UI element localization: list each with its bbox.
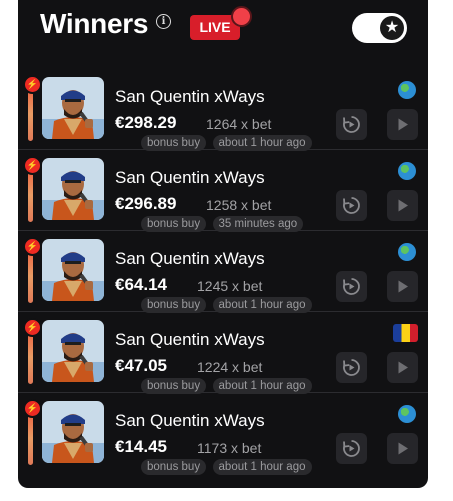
time-tag: 35 minutes ago: [212, 216, 304, 232]
volatility-meter: ⚡: [23, 156, 42, 222]
time-tag: about 1 hour ago: [212, 459, 312, 475]
replay-icon: [343, 197, 360, 214]
time-tag: about 1 hour ago: [212, 378, 312, 394]
win-multiplier: 1224 x bet: [197, 359, 263, 375]
game-name[interactable]: San Quentin xWays: [115, 330, 265, 350]
time-tag: about 1 hour ago: [212, 135, 312, 151]
tags: bonus buy about 1 hour ago: [141, 457, 314, 475]
replay-button[interactable]: [336, 352, 367, 383]
game-thumbnail[interactable]: [42, 158, 104, 220]
winner-row: ⚡ San Quentin xWays €296.89 1258 x bet b…: [18, 150, 428, 232]
game-name[interactable]: San Quentin xWays: [115, 249, 265, 269]
play-icon: [398, 442, 408, 455]
bonus-buy-tag: bonus buy: [141, 378, 207, 394]
bonus-buy-tag: bonus buy: [141, 459, 207, 475]
time-tag: about 1 hour ago: [212, 297, 312, 313]
winner-row: ⚡ San Quentin xWays €64.14 1245 x bet bo…: [18, 231, 428, 313]
tags: bonus buy about 1 hour ago: [141, 295, 314, 313]
play-button[interactable]: [387, 190, 418, 221]
winners-list: ⚡ San Quentin xWays €298.29 1264 x bet b…: [18, 69, 428, 475]
replay-button[interactable]: [336, 190, 367, 221]
favorites-toggle[interactable]: ★: [352, 13, 407, 43]
globe-icon: [398, 405, 416, 423]
win-multiplier: 1245 x bet: [197, 278, 263, 294]
replay-button[interactable]: [336, 109, 367, 140]
replay-icon: [343, 359, 360, 376]
lightning-icon: ⚡: [23, 75, 42, 94]
globe-icon: [398, 243, 416, 261]
replay-button[interactable]: [336, 433, 367, 464]
globe-icon: [398, 162, 416, 180]
win-amount: €14.45: [115, 437, 167, 456]
win-multiplier: 1173 x bet: [197, 440, 262, 456]
win-multiplier: 1258 x bet: [206, 197, 272, 213]
win-amount: €47.05: [115, 356, 167, 375]
game-thumbnail[interactable]: [42, 239, 104, 301]
volatility-meter: ⚡: [23, 399, 42, 465]
live-indicator-dot: [231, 6, 252, 27]
play-button[interactable]: [387, 109, 418, 140]
play-icon: [398, 199, 408, 212]
game-name[interactable]: San Quentin xWays: [115, 168, 265, 188]
tags: bonus buy about 1 hour ago: [141, 376, 314, 394]
game-name[interactable]: San Quentin xWays: [115, 411, 265, 431]
play-button[interactable]: [387, 433, 418, 464]
info-icon[interactable]: i: [156, 14, 171, 29]
win-amount: €296.89: [115, 194, 177, 213]
play-button[interactable]: [387, 271, 418, 302]
game-thumbnail[interactable]: [42, 320, 104, 382]
tags: bonus buy about 1 hour ago: [141, 133, 314, 151]
play-icon: [398, 361, 408, 374]
replay-icon: [343, 278, 360, 295]
volatility-meter: ⚡: [23, 237, 42, 303]
replay-icon: [343, 116, 360, 133]
tags: bonus buy 35 minutes ago: [141, 214, 305, 232]
volatility-meter: ⚡: [23, 318, 42, 384]
lightning-icon: ⚡: [23, 318, 42, 337]
lightning-icon: ⚡: [23, 156, 42, 175]
winners-panel: Winners i LIVE ★ ⚡ San Quentin xWays €29…: [18, 0, 428, 488]
header: Winners i LIVE ★: [18, 0, 428, 62]
replay-icon: [343, 440, 360, 457]
bonus-buy-tag: bonus buy: [141, 135, 207, 151]
play-button[interactable]: [387, 352, 418, 383]
game-thumbnail[interactable]: [42, 401, 104, 463]
star-icon: ★: [380, 16, 404, 40]
play-icon: [398, 280, 408, 293]
lightning-icon: ⚡: [23, 237, 42, 256]
volatility-meter: ⚡: [23, 75, 42, 141]
romania-flag-icon: [393, 324, 418, 342]
bonus-buy-tag: bonus buy: [141, 297, 207, 313]
globe-icon: [398, 81, 416, 99]
win-multiplier: 1264 x bet: [206, 116, 272, 132]
lightning-icon: ⚡: [23, 399, 42, 418]
winner-row: ⚡ San Quentin xWays €47.05 1224 x bet bo…: [18, 312, 428, 394]
game-thumbnail[interactable]: [42, 77, 104, 139]
game-name[interactable]: San Quentin xWays: [115, 87, 265, 107]
play-icon: [398, 118, 408, 131]
replay-button[interactable]: [336, 271, 367, 302]
winner-row: ⚡ San Quentin xWays €14.45 1173 x bet bo…: [18, 393, 428, 475]
win-amount: €298.29: [115, 113, 177, 132]
winner-row: ⚡ San Quentin xWays €298.29 1264 x bet b…: [18, 69, 428, 151]
page-title: Winners: [40, 8, 149, 39]
win-amount: €64.14: [115, 275, 167, 294]
bonus-buy-tag: bonus buy: [141, 216, 207, 232]
